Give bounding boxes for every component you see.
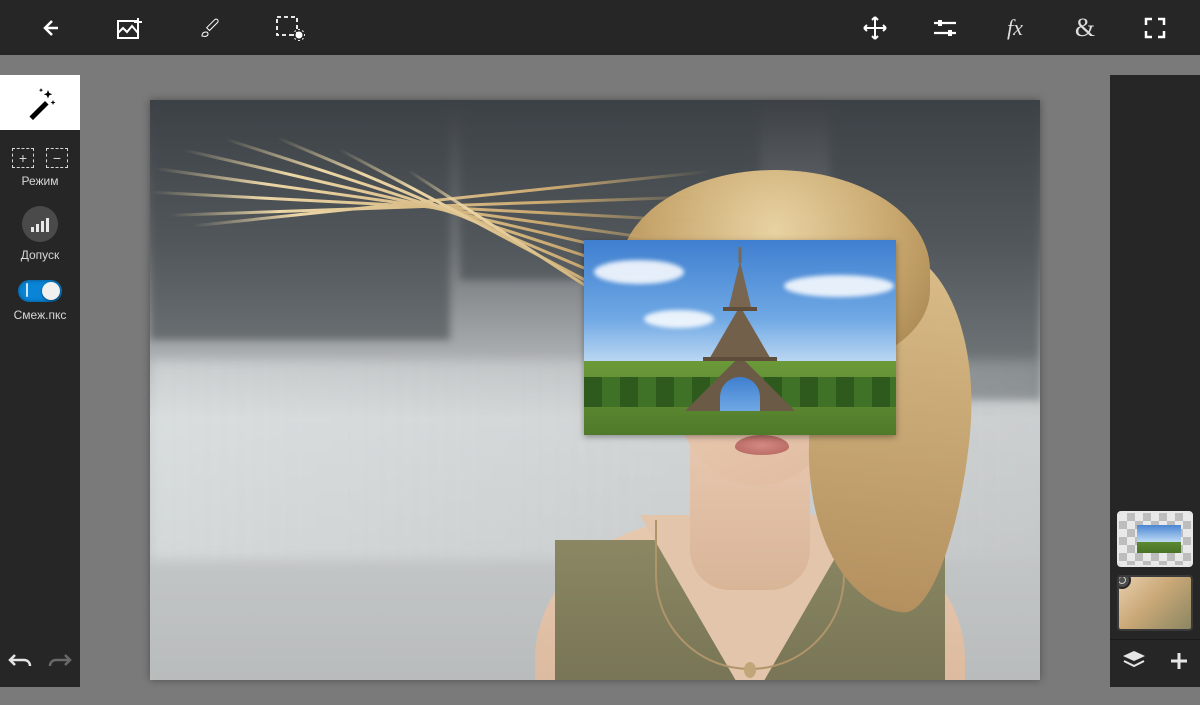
layer-preview [1137, 525, 1181, 553]
mode-subtract-button[interactable]: − [46, 148, 68, 168]
toggle-knob [42, 282, 60, 300]
undo-button[interactable] [7, 651, 33, 676]
add-image-icon [116, 16, 144, 40]
mode-label: Режим [0, 174, 80, 188]
add-layer-button[interactable] [1168, 650, 1190, 677]
pasted-eiffel-layer[interactable] [584, 240, 896, 435]
contiguous-label: Смеж.пкс [0, 308, 80, 322]
layers-button[interactable] [1121, 649, 1147, 678]
selection-mode-group: + − Режим [0, 148, 80, 188]
undo-icon [7, 651, 33, 673]
layers-icon [1121, 649, 1147, 673]
magic-wand-icon [23, 86, 57, 120]
fullscreen-icon [1143, 16, 1167, 40]
tolerance-button[interactable] [22, 206, 58, 242]
fullscreen-button[interactable] [1120, 0, 1190, 55]
mode-add-button[interactable]: + [12, 148, 34, 168]
redo-icon [47, 651, 73, 673]
tolerance-label: Допуск [0, 248, 80, 262]
back-button[interactable] [10, 0, 90, 55]
plus-icon: + [19, 151, 27, 165]
brush-icon [198, 16, 222, 40]
selection-settings-button[interactable] [250, 0, 330, 55]
image-canvas[interactable] [150, 100, 1040, 680]
layer-preview [1119, 577, 1191, 629]
minus-icon: − [53, 151, 61, 165]
layers-panel-footer [1110, 639, 1200, 687]
contiguous-group: Смеж.пкс [0, 280, 80, 322]
plus-icon [1168, 650, 1190, 672]
move-icon [862, 15, 888, 41]
contiguous-toggle[interactable] [18, 280, 62, 302]
brush-button[interactable] [170, 0, 250, 55]
magic-wand-tool[interactable] [0, 75, 80, 130]
eye-icon [1118, 576, 1126, 584]
eiffel-tower-icon [685, 251, 795, 411]
undo-redo-group [0, 639, 80, 687]
transform-button[interactable] [840, 0, 910, 55]
tolerance-group: Допуск [0, 206, 80, 262]
add-image-button[interactable] [90, 0, 170, 55]
canvas-area [80, 55, 1110, 705]
tolerance-bars-icon [31, 216, 49, 232]
redo-button[interactable] [47, 651, 73, 676]
background-shape [150, 100, 450, 340]
fx-icon: fx [1007, 15, 1023, 41]
ampersand-icon: & [1075, 13, 1095, 43]
top-toolbar: fx & [0, 0, 1200, 55]
layers-panel [1110, 75, 1200, 687]
layer-thumb-eiffel[interactable] [1117, 511, 1193, 567]
left-sidebar: + − Режим Допуск Смеж.пкс [0, 75, 80, 687]
blend-button[interactable]: & [1050, 0, 1120, 55]
adjust-button[interactable] [910, 0, 980, 55]
toggle-on-indicator [26, 283, 28, 297]
sliders-icon [932, 17, 958, 39]
fx-button[interactable]: fx [980, 0, 1050, 55]
back-arrow-icon [38, 16, 62, 40]
selection-settings-icon [275, 15, 305, 41]
layer-thumb-background[interactable] [1117, 575, 1193, 631]
